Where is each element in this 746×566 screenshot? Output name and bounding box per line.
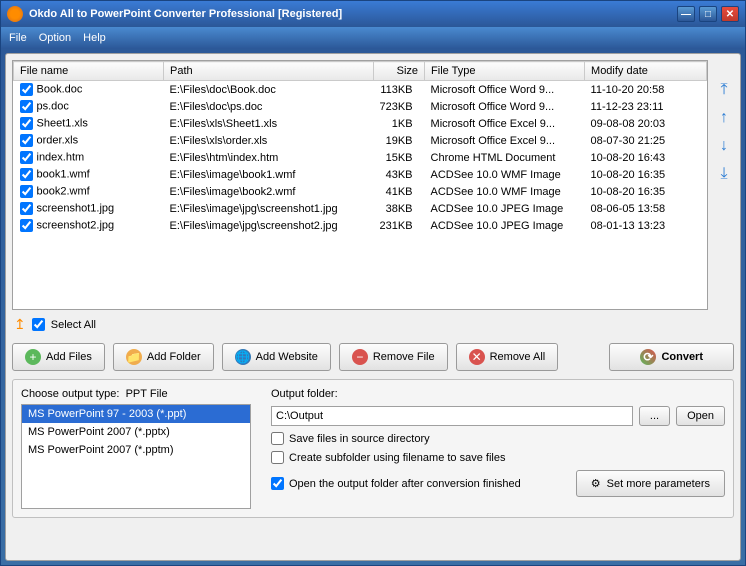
up-arrow-icon: ↥ [14, 316, 26, 333]
minus-icon: − [352, 349, 368, 365]
more-parameters-button[interactable]: ⚙Set more parameters [576, 470, 725, 497]
subfolder-label: Create subfolder using filename to save … [289, 452, 505, 464]
table-row[interactable]: Book.docE:\Files\doc\Book.doc113KBMicros… [14, 81, 707, 99]
output-folder-input[interactable] [271, 406, 633, 426]
table-row[interactable]: Sheet1.xlsE:\Files\xls\Sheet1.xls1KBMicr… [14, 115, 707, 132]
list-item[interactable]: MS PowerPoint 2007 (*.pptm) [22, 441, 250, 459]
move-down-button[interactable]: ↓ [714, 136, 734, 156]
move-up-button[interactable]: ↑ [714, 108, 734, 128]
move-top-button[interactable]: ⤒ [714, 80, 734, 100]
menu-option[interactable]: Option [39, 32, 71, 44]
col-size[interactable]: Size [374, 62, 425, 81]
menubar: File Option Help [1, 27, 745, 49]
content-area: File name Path Size File Type Modify dat… [5, 53, 741, 561]
row-checkbox[interactable] [20, 117, 33, 130]
gear-icon: ⚙ [591, 477, 601, 490]
subfolder-checkbox[interactable] [271, 451, 284, 464]
output-type-list[interactable]: MS PowerPoint 97 - 2003 (*.ppt)MS PowerP… [21, 404, 251, 509]
add-website-button[interactable]: 🌐Add Website [222, 343, 331, 371]
row-checkbox[interactable] [20, 83, 33, 96]
add-files-button[interactable]: +Add Files [12, 343, 105, 371]
titlebar: Okdo All to PowerPoint Converter Profess… [1, 1, 745, 27]
output-folder-label: Output folder: [271, 388, 725, 400]
table-row[interactable]: screenshot1.jpgE:\Files\image\jpg\screen… [14, 200, 707, 217]
browse-button[interactable]: ... [639, 406, 670, 426]
action-toolbar: +Add Files 📁Add Folder 🌐Add Website −Rem… [12, 339, 734, 379]
list-item[interactable]: MS PowerPoint 97 - 2003 (*.ppt) [22, 405, 250, 423]
list-item[interactable]: MS PowerPoint 2007 (*.pptx) [22, 423, 250, 441]
save-source-label: Save files in source directory [289, 433, 430, 445]
globe-icon: 🌐 [235, 349, 251, 365]
row-checkbox[interactable] [20, 134, 33, 147]
add-folder-button[interactable]: 📁Add Folder [113, 343, 214, 371]
app-icon [7, 6, 23, 22]
row-checkbox[interactable] [20, 219, 33, 232]
convert-icon: ⟳ [640, 349, 656, 365]
reorder-buttons: ⤒ ↑ ↓ ⤓ [714, 60, 734, 310]
maximize-button[interactable]: □ [699, 6, 717, 22]
col-type[interactable]: File Type [425, 62, 585, 81]
remove-file-button[interactable]: −Remove File [339, 343, 448, 371]
window-title: Okdo All to PowerPoint Converter Profess… [29, 8, 677, 20]
row-checkbox[interactable] [20, 100, 33, 113]
row-checkbox[interactable] [20, 168, 33, 181]
row-checkbox[interactable] [20, 202, 33, 215]
save-source-checkbox[interactable] [271, 432, 284, 445]
row-checkbox[interactable] [20, 185, 33, 198]
open-folder-button[interactable]: Open [676, 406, 725, 426]
col-date[interactable]: Modify date [585, 62, 707, 81]
output-type-label: Choose output type: PPT File [21, 388, 251, 400]
remove-all-icon: ✕ [469, 349, 485, 365]
col-path[interactable]: Path [164, 62, 374, 81]
table-row[interactable]: ps.docE:\Files\doc\ps.doc723KBMicrosoft … [14, 98, 707, 115]
table-row[interactable]: book1.wmfE:\Files\image\book1.wmf43KBACD… [14, 166, 707, 183]
menu-help[interactable]: Help [83, 32, 106, 44]
select-all-label: Select All [51, 319, 96, 331]
close-button[interactable]: ✕ [721, 6, 739, 22]
select-all-checkbox[interactable] [32, 318, 45, 331]
table-row[interactable]: screenshot2.jpgE:\Files\image\jpg\screen… [14, 217, 707, 234]
convert-button[interactable]: ⟳Convert [609, 343, 734, 371]
table-row[interactable]: book2.wmfE:\Files\image\book2.wmf41KBACD… [14, 183, 707, 200]
col-filename[interactable]: File name [14, 62, 164, 81]
table-row[interactable]: order.xlsE:\Files\xls\order.xls19KBMicro… [14, 132, 707, 149]
minimize-button[interactable]: — [677, 6, 695, 22]
remove-all-button[interactable]: ✕Remove All [456, 343, 559, 371]
plus-icon: + [25, 349, 41, 365]
folder-icon: 📁 [126, 349, 142, 365]
table-row[interactable]: index.htmE:\Files\htm\index.htm15KBChrom… [14, 149, 707, 166]
app-window: Okdo All to PowerPoint Converter Profess… [0, 0, 746, 566]
file-list[interactable]: File name Path Size File Type Modify dat… [12, 60, 708, 310]
menu-file[interactable]: File [9, 32, 27, 44]
open-after-checkbox[interactable] [271, 477, 284, 490]
output-panel: Choose output type: PPT File MS PowerPoi… [12, 379, 734, 518]
row-checkbox[interactable] [20, 151, 33, 164]
open-after-label: Open the output folder after conversion … [289, 478, 521, 490]
move-bottom-button[interactable]: ⤓ [714, 164, 734, 184]
